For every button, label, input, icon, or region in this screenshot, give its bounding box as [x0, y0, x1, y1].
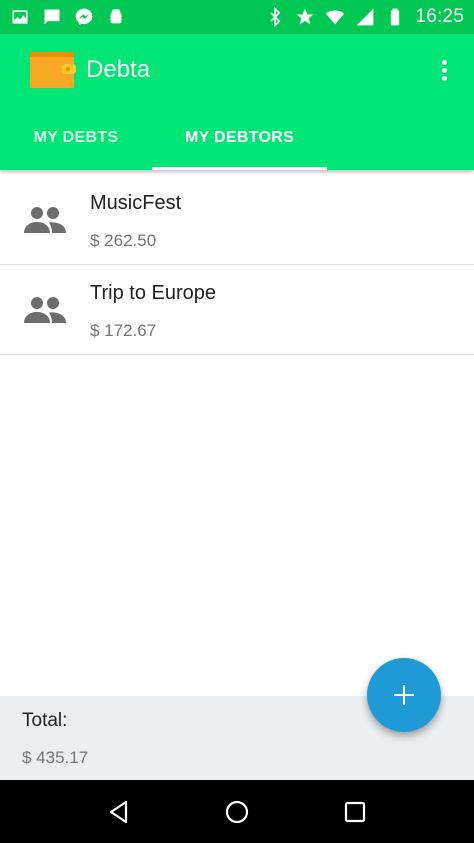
- debtor-list: MusicFest $ 262.50 Trip to Europe $ 172.…: [0, 175, 474, 355]
- add-icon: [394, 685, 414, 705]
- signal-icon: [355, 7, 375, 27]
- image-icon: [10, 7, 30, 27]
- tab-my-debtors[interactable]: MY DEBTORS: [152, 106, 327, 170]
- notification-icons: [10, 7, 126, 27]
- status-time: 16:25: [415, 6, 464, 27]
- app-title: Debta: [86, 56, 151, 83]
- wifi-icon: [325, 7, 345, 27]
- item-amount: $ 172.67: [90, 321, 157, 340]
- item-title: MusicFest: [90, 192, 182, 214]
- add-debtor-button[interactable]: [367, 658, 441, 732]
- wallet-icon: [28, 50, 78, 90]
- chat-icon: [42, 7, 62, 27]
- tab-bar: MY DEBTS MY DEBTORS: [0, 106, 474, 170]
- status-bar: 16:25: [0, 0, 474, 34]
- item-title: Trip to Europe: [90, 282, 216, 304]
- star-icon: [295, 7, 315, 27]
- group-icon: [22, 205, 68, 235]
- total-value: $ 435.17: [22, 748, 89, 767]
- toolbar: Debta: [0, 34, 474, 106]
- home-button[interactable]: [217, 792, 257, 832]
- app-bar: Debta MY DEBTS MY DEBTORS: [0, 34, 474, 170]
- bluetooth-icon: [265, 7, 285, 27]
- total-label: Total:: [22, 710, 68, 731]
- back-icon: [109, 800, 128, 823]
- system-icons: 16:25: [265, 6, 464, 28]
- messenger-icon: [74, 7, 94, 27]
- tab-my-debts[interactable]: MY DEBTS: [0, 106, 152, 170]
- group-icon: [22, 295, 68, 325]
- back-button[interactable]: [99, 792, 139, 832]
- recents-icon: [344, 801, 366, 822]
- item-amount: $ 262.50: [90, 231, 157, 250]
- list-item[interactable]: MusicFest $ 262.50: [0, 175, 474, 265]
- android-icon: [106, 7, 126, 27]
- battery-icon: [385, 7, 405, 27]
- navigation-bar: [0, 780, 474, 843]
- more-vert-icon[interactable]: [428, 54, 460, 86]
- home-icon: [225, 800, 249, 823]
- recents-button[interactable]: [335, 792, 375, 832]
- list-item[interactable]: Trip to Europe $ 172.67: [0, 265, 474, 355]
